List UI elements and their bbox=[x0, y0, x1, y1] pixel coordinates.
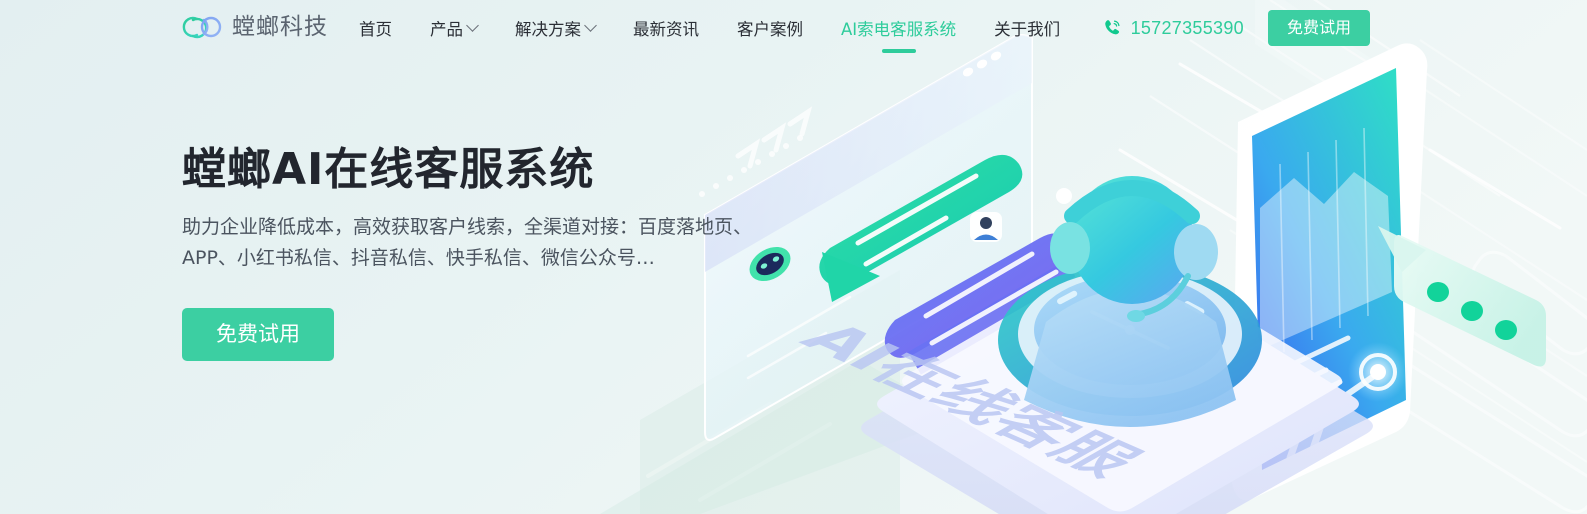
brand-logo[interactable]: 螳螂科技 bbox=[180, 10, 328, 44]
chevron-down-icon bbox=[584, 18, 597, 32]
main-navigation: 首页 产品 解决方案 最新资讯 客户案例 AI索电客服系统 关于我们 bbox=[340, 0, 1079, 56]
header-actions: 15727355390 免费试用 bbox=[1102, 0, 1587, 56]
hero-page: AI在线客服 螳螂科技 首页 产品 解决方案 最新资讯 客户案例 AI索电客服系… bbox=[0, 0, 1587, 514]
header-free-trial-button[interactable]: 免费试用 bbox=[1267, 10, 1370, 46]
floating-dots bbox=[1056, 182, 1126, 204]
hero-free-trial-button[interactable]: 免费试用 bbox=[182, 307, 334, 361]
nav-item-home[interactable]: 首页 bbox=[340, 0, 411, 56]
nav-label: 客户案例 bbox=[737, 20, 803, 39]
nav-item-news[interactable]: 最新资讯 bbox=[614, 0, 718, 56]
hero-content: 螳螂AI在线客服系统 助力企业降低成本，高效获取客户线索，全渠道对接：百度落地页… bbox=[182, 145, 782, 361]
nav-item-solutions[interactable]: 解决方案 bbox=[496, 0, 614, 56]
clock-pedestal bbox=[861, 250, 1373, 514]
phone-contact[interactable]: 15727355390 bbox=[1102, 18, 1244, 39]
phone-number: 15727355390 bbox=[1130, 17, 1244, 38]
typing-indicator-bubble bbox=[1378, 226, 1546, 367]
user-avatar-icon bbox=[970, 212, 1002, 242]
nav-label: 关于我们 bbox=[994, 20, 1061, 39]
headset-agent-figure bbox=[1024, 176, 1236, 427]
dashboard-chart-panel bbox=[1231, 43, 1428, 501]
nav-item-products[interactable]: 产品 bbox=[411, 0, 496, 56]
blue-chat-bubble bbox=[884, 233, 1088, 444]
hero-subtitle: 助力企业降低成本，高效获取客户线索，全渠道对接：百度落地页、APP、小红书私信、… bbox=[182, 216, 753, 270]
nav-label: AI索电客服系统 bbox=[841, 20, 957, 39]
double-circle-logo-icon bbox=[182, 16, 222, 39]
brand-name: 螳螂科技 bbox=[232, 13, 328, 40]
nav-item-cases[interactable]: 客户案例 bbox=[718, 0, 822, 56]
floor-label: AI在线客服 bbox=[785, 314, 1156, 485]
nav-label: 解决方案 bbox=[515, 20, 581, 39]
phone-icon bbox=[1104, 20, 1120, 35]
hero-illustration: AI在线客服 bbox=[640, 0, 1587, 514]
agent-disc bbox=[998, 264, 1262, 416]
green-chat-bubble bbox=[819, 154, 1023, 302]
nav-label: 首页 bbox=[359, 20, 392, 39]
active-nav-underline bbox=[881, 49, 916, 53]
nav-item-about[interactable]: 关于我们 bbox=[975, 0, 1079, 56]
site-header: 螳螂科技 首页 产品 解决方案 最新资讯 客户案例 AI索电客服系统 关于我们 … bbox=[0, 0, 1587, 56]
floor-label-text: AI在线客服 bbox=[785, 314, 1156, 485]
nav-label: 产品 bbox=[430, 20, 463, 39]
nav-label: 最新资讯 bbox=[633, 20, 699, 39]
page-title: 螳螂AI在线客服系统 bbox=[182, 144, 595, 195]
chevron-down-icon bbox=[466, 18, 479, 32]
nav-item-ai-service[interactable]: AI索电客服系统 bbox=[822, 0, 975, 56]
